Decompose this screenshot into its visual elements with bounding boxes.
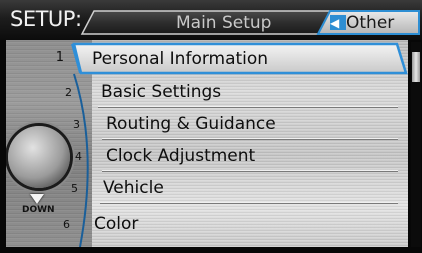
page-title: SETUP: [10,7,82,31]
dial-knob-icon[interactable] [8,126,70,188]
dial-down-label: DOWN [22,205,55,215]
chevron-left-icon: ◀ [330,16,340,30]
setup-screen: SETUP: Main Setup ◀ Other 1 Personal Inf… [0,0,422,253]
scrollbar-thumb[interactable] [412,52,420,82]
scrollbar[interactable] [411,42,421,247]
item-label: Clock Adjustment [106,146,256,166]
item-label: Routing & Guidance [106,114,276,134]
tab-main-setup[interactable]: Main Setup [80,10,332,35]
menu-panel: 1 Personal Information 2 Basic Settings … [6,40,408,247]
tab-main-setup-label: Main Setup [176,13,272,33]
tab-other-label: Other [346,13,395,33]
down-arrow-icon [30,194,44,204]
header-bar: SETUP: Main Setup ◀ Other [0,0,422,40]
tab-other[interactable]: ◀ Other [316,10,420,35]
